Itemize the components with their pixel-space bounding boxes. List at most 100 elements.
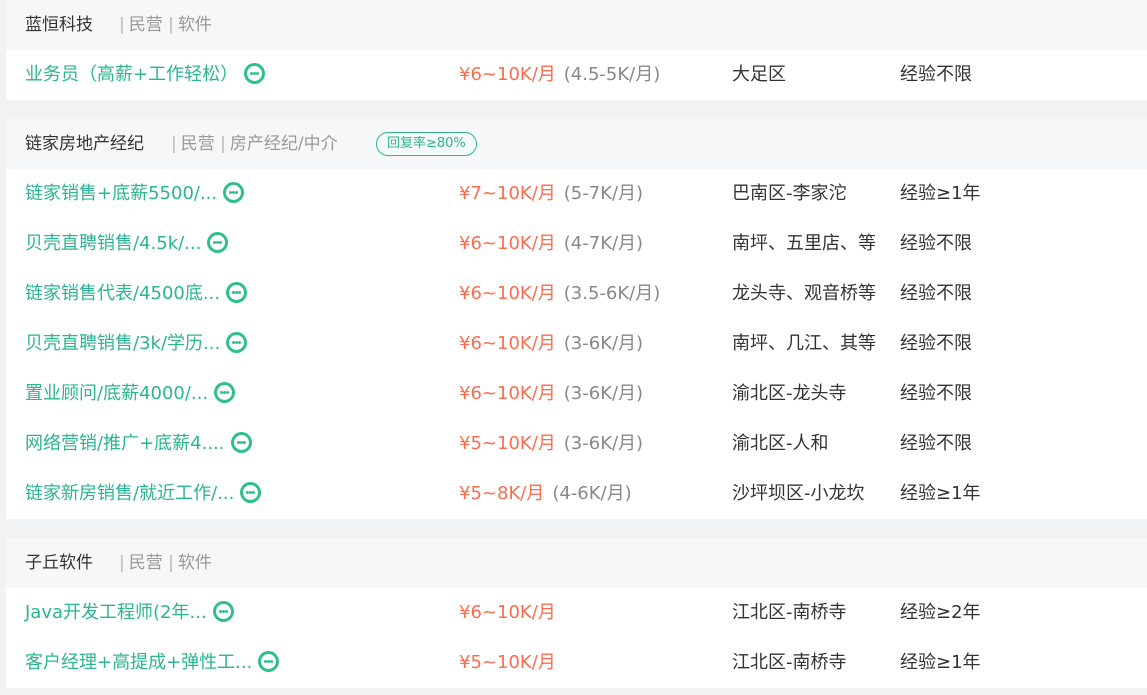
salary-range: (4-7K/月) (563, 233, 644, 254)
job-title-link[interactable]: 链家新房销售/就近工作/... (25, 469, 262, 519)
chat-bubble-icon[interactable] (223, 181, 245, 203)
salary-text: ¥5~8K/月 (459, 483, 545, 504)
job-title[interactable]: Java开发工程师(2年... (25, 602, 207, 623)
job-title[interactable]: 网络营销/推广+底薪4.... (25, 433, 225, 454)
chat-bubble-icon[interactable] (240, 481, 262, 503)
company-meta: | 民营 | 房产经纪/中介 (171, 134, 338, 154)
chat-bubble-icon[interactable] (207, 231, 229, 253)
job-experience: 经验不限 (900, 383, 972, 404)
company-name[interactable]: 链家房地产经纪 (25, 119, 144, 169)
job-experience: 经验不限 (900, 433, 972, 454)
salary-text: ¥6~10K/月 (459, 64, 556, 85)
job-title[interactable]: 链家销售+底薪5500/... (25, 183, 217, 204)
company-ownership: 民营 (180, 134, 215, 154)
salary-text: ¥5~10K/月 (459, 433, 556, 454)
salary: ¥5~8K/月 (4-6K/月) (459, 469, 632, 519)
reply-rate-badge: 回复率≥80% (376, 132, 477, 156)
job-row[interactable]: 链家销售代表/4500底... ¥6~10K/月 (3.5-6K/月) 龙头寺、观… (6, 269, 1147, 319)
job-location: 大足区 (732, 64, 786, 85)
company-card: 子丘软件 | 民营 | 软件 Java开发工程师(2年... ¥6~10K/月 江北… (6, 538, 1147, 688)
company-industry: 房产经纪/中介 (229, 134, 338, 154)
job-location: 江北区-南桥寺 (732, 652, 847, 673)
chat-bubble-icon[interactable] (226, 281, 248, 303)
job-experience: 经验≥2年 (900, 602, 981, 623)
job-row[interactable]: 客户经理+高提成+弹性工... ¥5~10K/月 江北区-南桥寺 经验≥1年 (6, 638, 1147, 688)
chat-bubble-icon[interactable] (214, 381, 236, 403)
job-title[interactable]: 贝壳直聘销售/3k/学历... (25, 333, 220, 354)
job-row[interactable]: 链家新房销售/就近工作/... ¥5~8K/月 (4-6K/月) 沙坪坝区-小龙坎… (6, 469, 1147, 519)
chat-bubble-icon[interactable] (212, 600, 234, 622)
job-experience: 经验≥1年 (900, 183, 981, 204)
job-location: 渝北区-龙头寺 (732, 383, 847, 404)
chat-bubble-icon[interactable] (244, 62, 266, 84)
salary-text: ¥6~10K/月 (459, 602, 556, 623)
job-row[interactable]: 业务员（高薪+工作轻松） ¥6~10K/月 (4.5-5K/月) 大足区 经验不限 (6, 50, 1147, 100)
salary-range: (3-6K/月) (563, 333, 644, 354)
job-title-link[interactable]: 贝壳直聘销售/3k/学历... (25, 319, 248, 369)
salary: ¥5~10K/月 (3-6K/月) (459, 419, 643, 469)
job-row[interactable]: 置业顾问/底薪4000/... ¥6~10K/月 (3-6K/月) 渝北区-龙头寺… (6, 369, 1147, 419)
job-row[interactable]: 贝壳直聘销售/4.5k/... ¥6~10K/月 (4-7K/月) 南坪、五里店、… (6, 219, 1147, 269)
chat-bubble-icon[interactable] (230, 431, 252, 453)
job-title-link[interactable]: 链家销售+底薪5500/... (25, 169, 245, 219)
job-title-link[interactable]: 客户经理+高提成+弹性工... (25, 638, 280, 688)
salary: ¥6~10K/月 (4.5-5K/月) (459, 50, 660, 100)
salary: ¥6~10K/月 (459, 588, 556, 638)
salary-range: (3-6K/月) (563, 433, 644, 454)
job-location: 南坪、几江、其等 (732, 333, 876, 354)
company-header: 链家房地产经纪 | 民营 | 房产经纪/中介 回复率≥80% (6, 119, 1147, 169)
company-meta: | 民营 | 软件 (119, 15, 212, 35)
job-title[interactable]: 贝壳直聘销售/4.5k/... (25, 233, 201, 254)
job-location: 巴南区-李家沱 (732, 183, 847, 204)
job-location: 渝北区-人和 (732, 433, 829, 454)
job-row[interactable]: Java开发工程师(2年... ¥6~10K/月 江北区-南桥寺 经验≥2年 (6, 588, 1147, 638)
job-title-link[interactable]: 业务员（高薪+工作轻松） (25, 50, 266, 100)
salary-text: ¥6~10K/月 (459, 383, 556, 404)
job-experience: 经验不限 (900, 64, 972, 85)
company-card: 蓝恒科技 | 民营 | 软件 业务员（高薪+工作轻松） ¥6~10K/月 (4.5-5… (6, 0, 1147, 100)
salary-text: ¥6~10K/月 (459, 283, 556, 304)
job-title-link[interactable]: 置业顾问/底薪4000/... (25, 369, 236, 419)
job-experience: 经验不限 (900, 283, 972, 304)
job-title-link[interactable]: Java开发工程师(2年... (25, 588, 234, 638)
salary: ¥6~10K/月 (3-6K/月) (459, 369, 643, 419)
chat-bubble-icon[interactable] (258, 650, 280, 672)
salary-range: (3-6K/月) (563, 383, 644, 404)
job-title-link[interactable]: 贝壳直聘销售/4.5k/... (25, 219, 229, 269)
chat-bubble-icon[interactable] (226, 331, 248, 353)
company-industry: 软件 (177, 15, 212, 35)
job-experience: 经验≥1年 (900, 652, 981, 673)
job-location: 南坪、五里店、等 (732, 233, 876, 254)
company-name[interactable]: 子丘软件 (25, 538, 93, 588)
salary: ¥5~10K/月 (459, 638, 556, 688)
job-title-link[interactable]: 链家销售代表/4500底... (25, 269, 248, 319)
job-row[interactable]: 链家销售+底薪5500/... ¥7~10K/月 (5-7K/月) 巴南区-李家沱… (6, 169, 1147, 219)
job-title[interactable]: 业务员（高薪+工作轻松） (25, 64, 238, 85)
job-location: 龙头寺、观音桥等 (732, 283, 876, 304)
job-title[interactable]: 置业顾问/底薪4000/... (25, 383, 208, 404)
salary: ¥6~10K/月 (4-7K/月) (459, 219, 643, 269)
salary-text: ¥6~10K/月 (459, 333, 556, 354)
salary-range: (4.5-5K/月) (563, 64, 661, 85)
company-header: 子丘软件 | 民营 | 软件 (6, 538, 1147, 588)
company-ownership: 民营 (128, 15, 163, 35)
salary: ¥6~10K/月 (3.5-6K/月) (459, 269, 660, 319)
salary: ¥7~10K/月 (5-7K/月) (459, 169, 643, 219)
job-row[interactable]: 贝壳直聘销售/3k/学历... ¥6~10K/月 (3-6K/月) 南坪、几江、其… (6, 319, 1147, 369)
salary-text: ¥7~10K/月 (459, 183, 556, 204)
salary-text: ¥6~10K/月 (459, 233, 556, 254)
job-title[interactable]: 链家销售代表/4500底... (25, 283, 220, 304)
company-meta: | 民营 | 软件 (119, 553, 212, 573)
job-location: 江北区-南桥寺 (732, 602, 847, 623)
company-name[interactable]: 蓝恒科技 (25, 0, 93, 50)
job-title-link[interactable]: 网络营销/推广+底薪4.... (25, 419, 252, 469)
salary-range: (5-7K/月) (563, 183, 644, 204)
company-industry: 软件 (177, 553, 212, 573)
job-location: 沙坪坝区-小龙坎 (732, 483, 865, 504)
salary-range: (3.5-6K/月) (563, 283, 661, 304)
company-header: 蓝恒科技 | 民营 | 软件 (6, 0, 1147, 50)
job-title[interactable]: 链家新房销售/就近工作/... (25, 483, 234, 504)
salary: ¥6~10K/月 (3-6K/月) (459, 319, 643, 369)
job-row[interactable]: 网络营销/推广+底薪4.... ¥5~10K/月 (3-6K/月) 渝北区-人和 … (6, 419, 1147, 469)
job-title[interactable]: 客户经理+高提成+弹性工... (25, 652, 252, 673)
